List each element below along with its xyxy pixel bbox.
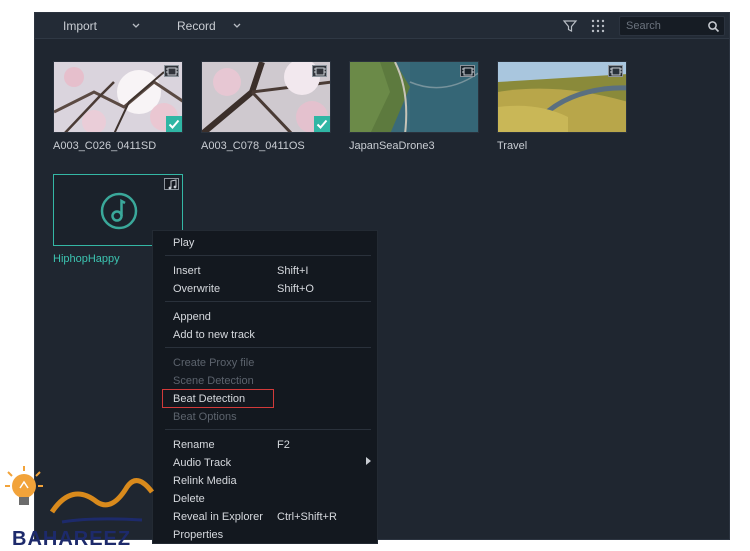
import-label: Import xyxy=(63,19,98,33)
menu-item-relink-media[interactable]: Relink Media xyxy=(173,473,237,489)
media-tile[interactable]: A003_C078_0411OS xyxy=(201,61,331,152)
video-thumbnail[interactable] xyxy=(53,61,183,133)
media-tile[interactable]: JapanSeaDrone3 xyxy=(349,61,479,152)
filter-icon[interactable] xyxy=(561,17,579,35)
menu-item-label: Overwrite xyxy=(173,283,221,295)
menu-shortcut: Shift+I xyxy=(277,265,309,277)
music-note-icon xyxy=(99,191,139,231)
menu-item-label: Reveal in Explorer xyxy=(173,511,263,523)
menu-shortcut: Shift+O xyxy=(277,283,314,295)
menu-item-create-proxy: Create Proxy file xyxy=(173,357,255,369)
menu-divider xyxy=(165,347,371,348)
record-dropdown[interactable]: Record xyxy=(177,13,257,39)
menu-item-beat-detection[interactable]: Beat Detection xyxy=(173,391,245,407)
menu-item-reveal-in-explorer[interactable]: Reveal in Explorer Ctrl+Shift+R xyxy=(173,509,373,525)
menu-item-audio-track[interactable]: Audio Track xyxy=(173,455,231,471)
menu-item-scene-detection: Scene Detection xyxy=(173,375,254,387)
film-icon xyxy=(460,65,475,77)
menu-item-insert[interactable]: Insert Shift+I xyxy=(173,263,363,279)
menu-item-properties[interactable]: Properties xyxy=(173,527,223,543)
media-tile[interactable]: A003_C026_0411SD xyxy=(53,61,183,152)
media-name: A003_C078_0411OS xyxy=(201,140,305,152)
watermark-text: BAHAREEZ xyxy=(12,528,132,550)
film-icon xyxy=(608,65,623,77)
menu-divider xyxy=(165,429,371,430)
menu-item-add-to-new-track[interactable]: Add to new track xyxy=(173,327,255,343)
record-label: Record xyxy=(177,19,216,33)
video-thumbnail[interactable] xyxy=(201,61,331,133)
media-name: Travel xyxy=(497,140,528,152)
watermark-logo: BAHAREEZ xyxy=(2,462,162,550)
lightbulb-icon xyxy=(5,466,154,524)
menu-divider xyxy=(165,255,371,256)
media-name: A003_C026_0411SD xyxy=(53,140,157,152)
submenu-arrow-icon xyxy=(366,457,371,465)
menu-item-append[interactable]: Append xyxy=(173,309,211,325)
menu-item-label: Insert xyxy=(173,265,201,277)
audio-badge-icon xyxy=(164,178,179,190)
chevron-down-icon xyxy=(131,13,141,50)
menu-item-delete[interactable]: Delete xyxy=(173,491,205,507)
grid-view-icon[interactable] xyxy=(589,17,607,35)
media-library-panel: Import Record Search A003_C026_0411SD A0… xyxy=(34,12,730,540)
menu-item-beat-options: Beat Options xyxy=(173,411,237,423)
menu-item-rename[interactable]: Rename F2 xyxy=(173,437,363,453)
search-input[interactable] xyxy=(626,19,704,33)
film-icon xyxy=(312,65,327,77)
checkmark-icon xyxy=(314,116,330,132)
chevron-down-icon xyxy=(232,13,242,50)
video-thumbnail[interactable] xyxy=(349,61,479,133)
context-menu: Play Insert Shift+I Overwrite Shift+O Ap… xyxy=(152,230,378,544)
media-name: JapanSeaDrone3 xyxy=(349,140,435,152)
checkmark-icon xyxy=(166,116,182,132)
video-thumbnail[interactable] xyxy=(497,61,627,133)
search-icon[interactable] xyxy=(707,20,720,33)
menu-item-label: Rename xyxy=(173,439,215,451)
menu-item-overwrite[interactable]: Overwrite Shift+O xyxy=(173,281,363,297)
menu-item-play[interactable]: Play xyxy=(173,235,194,251)
menu-shortcut: Ctrl+Shift+R xyxy=(277,511,337,523)
media-tile[interactable]: Travel xyxy=(497,61,627,152)
film-icon xyxy=(164,65,179,77)
import-dropdown[interactable]: Import xyxy=(63,13,143,39)
search-box xyxy=(619,16,725,36)
menu-divider xyxy=(165,301,371,302)
menu-shortcut: F2 xyxy=(277,439,290,451)
media-toolbar: Import Record xyxy=(35,13,729,39)
